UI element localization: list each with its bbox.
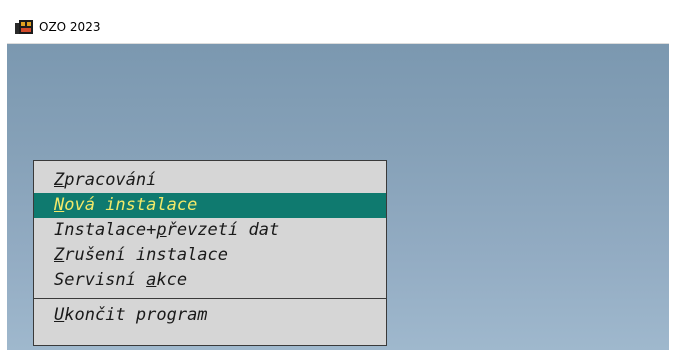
- app-movie-clapper-icon: [15, 19, 33, 34]
- desktop-area: Zpracování Nová instalace Instalace+přev…: [7, 44, 669, 350]
- menu-item-label: kce: [156, 270, 188, 290]
- menu-item-label-prefix: Servisní: [54, 270, 147, 290]
- menu-separator: [34, 298, 386, 299]
- menu-item-zpracovani[interactable]: Zpracování: [34, 168, 386, 193]
- window-title: OZO 2023: [39, 19, 101, 34]
- title-bar[interactable]: OZO 2023: [7, 10, 669, 44]
- menu-item-label-prefix: Instalace+: [54, 220, 157, 240]
- menu-item-servisni-akce[interactable]: Servisní akce: [34, 268, 386, 293]
- hotkey-letter: p: [156, 220, 167, 240]
- hotkey-letter: Z: [54, 170, 65, 190]
- hotkey-letter: U: [54, 305, 65, 325]
- menu-item-label: řevzetí dat: [166, 220, 280, 240]
- main-menu: Zpracování Nová instalace Instalace+přev…: [33, 160, 387, 346]
- menu-item-label: rušení instalace: [64, 245, 229, 265]
- menu-item-zruseni-instalace[interactable]: Zrušení instalace: [34, 243, 386, 268]
- hotkey-letter: a: [146, 270, 157, 290]
- hotkey-letter: N: [54, 195, 65, 215]
- app-window: OZO 2023 Zpracování Nová instalace Insta…: [7, 10, 669, 350]
- hotkey-letter: Z: [54, 245, 65, 265]
- menu-item-label: končit program: [64, 305, 208, 325]
- menu-item-ukoncit-program[interactable]: Ukončit program: [34, 303, 386, 328]
- menu-item-nova-instalace[interactable]: Nová instalace: [34, 193, 386, 218]
- menu-item-label: ová instalace: [64, 195, 198, 215]
- menu-item-label: pracování: [64, 170, 157, 190]
- menu-item-instalace-prevzeti-dat[interactable]: Instalace+převzetí dat: [34, 218, 386, 243]
